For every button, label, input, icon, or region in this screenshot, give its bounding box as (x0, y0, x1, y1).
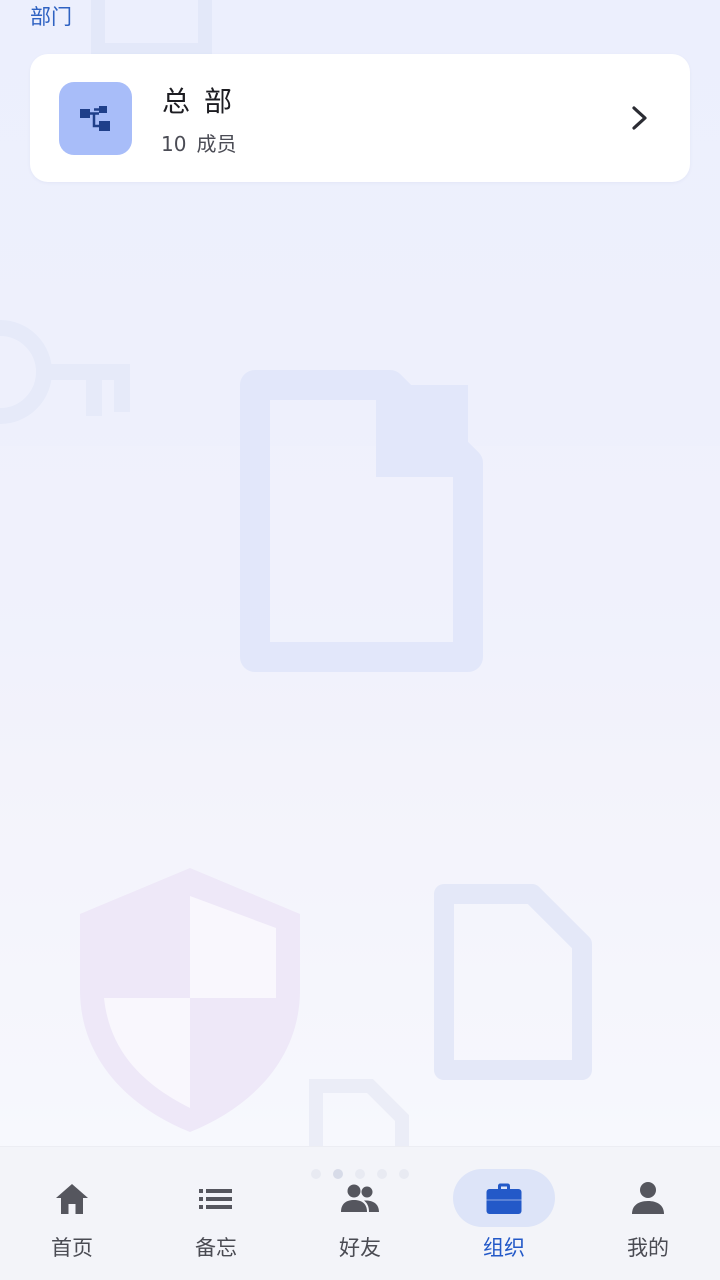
person-icon (632, 1182, 664, 1214)
page-indicator-dot (377, 1169, 387, 1179)
document-fold (376, 385, 468, 477)
people-icon (341, 1184, 379, 1212)
bottom-document-icon (309, 1079, 409, 1150)
chevron-right-icon (632, 106, 647, 130)
org-chart-icon (59, 82, 132, 155)
small-document-icon (434, 884, 592, 1080)
page-indicator (0, 1166, 720, 1182)
department-name: 总部 (162, 85, 247, 118)
background-band (0, 446, 720, 628)
tab-label: 我的 (627, 1236, 669, 1260)
tab-label: 组织 (483, 1236, 525, 1260)
top-document-watermark (91, 0, 212, 57)
document-icon (240, 370, 483, 672)
page-indicator-dot (311, 1169, 321, 1179)
tab-label: 备忘 (195, 1236, 237, 1260)
member-count-unit: 成员 (196, 132, 237, 156)
page-indicator-dot (399, 1169, 409, 1179)
tab-label: 首页 (51, 1236, 93, 1260)
page-indicator-dot (355, 1169, 365, 1179)
department-member-count: 10 成员 (161, 130, 236, 158)
section-label-departments: 部门 (30, 5, 72, 29)
key-icon (0, 320, 130, 424)
department-card[interactable]: 总部 10 成员 (30, 54, 690, 182)
list-icon (199, 1189, 232, 1209)
briefcase-icon (486, 1183, 522, 1214)
tab-label: 好友 (339, 1236, 381, 1260)
member-count-value: 10 (161, 132, 187, 156)
home-icon (56, 1184, 88, 1214)
page-indicator-dot (333, 1169, 343, 1179)
shield-icon (80, 868, 300, 1132)
